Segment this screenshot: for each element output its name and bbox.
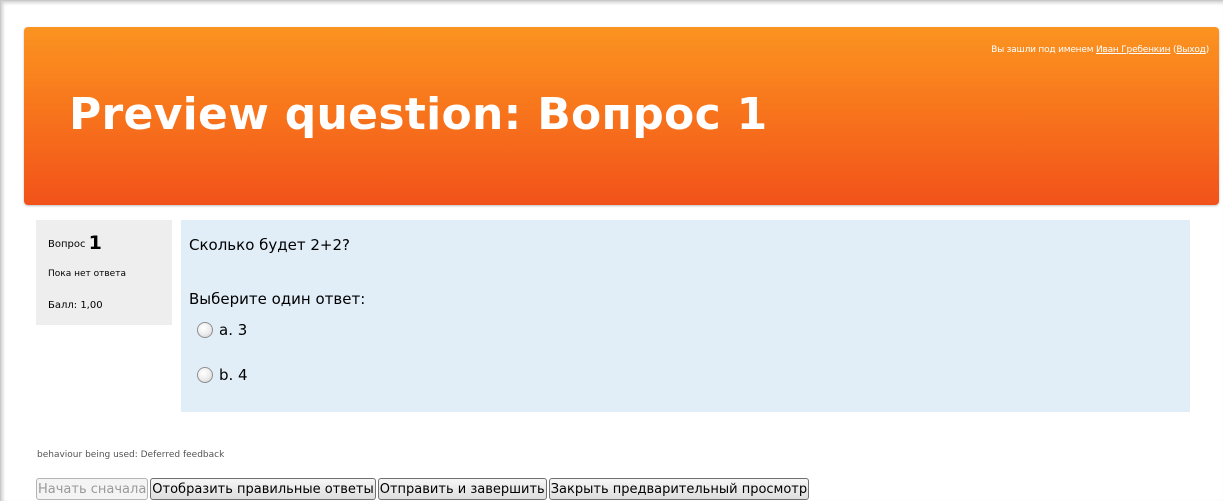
restart-button[interactable]: Начать сначала xyxy=(36,478,149,500)
login-info: Вы зашли под именем Иван Гребенкин (Выхо… xyxy=(991,45,1209,55)
question-label: Вопрос xyxy=(48,239,89,250)
question-text: Сколько будет 2+2? xyxy=(189,236,350,254)
page-title: Preview question: Вопрос 1 xyxy=(69,89,768,140)
answer-option-a[interactable]: a. 3 xyxy=(197,321,247,339)
question-content: Сколько будет 2+2? Выберите один ответ: … xyxy=(181,220,1190,412)
question-number-value: 1 xyxy=(88,232,102,254)
page-header: Вы зашли под именем Иван Гребенкин (Выхо… xyxy=(24,27,1219,205)
close-preview-button[interactable]: Закрыть предварительный просмотр xyxy=(548,478,810,500)
question-number: Вопрос 1 xyxy=(48,232,102,254)
radio-button-b[interactable] xyxy=(197,367,213,383)
login-prefix: Вы зашли под именем xyxy=(991,45,1096,55)
question-info-panel: Вопрос 1 Пока нет ответа Балл: 1,00 xyxy=(36,220,172,325)
paren-close: ) xyxy=(1205,45,1210,55)
answer-label-a: a. 3 xyxy=(219,321,248,339)
answer-option-b[interactable]: b. 4 xyxy=(197,366,248,384)
answer-label-b: b. 4 xyxy=(219,366,248,384)
question-grade: Балл: 1,00 xyxy=(48,300,103,311)
fill-correct-button[interactable]: Отобразить правильные ответы xyxy=(150,478,376,500)
answer-prompt: Выберите один ответ: xyxy=(189,290,366,308)
user-profile-link[interactable]: Иван Гребенкин xyxy=(1096,45,1171,55)
question-state: Пока нет ответа xyxy=(48,269,126,279)
submit-finish-button[interactable]: Отправить и завершить xyxy=(377,478,547,500)
logout-link[interactable]: Выход xyxy=(1176,45,1206,55)
behaviour-info: behaviour being used: Deferred feedback xyxy=(37,450,225,460)
radio-button-a[interactable] xyxy=(197,322,213,338)
button-bar: Начать сначала Отобразить правильные отв… xyxy=(36,478,810,500)
